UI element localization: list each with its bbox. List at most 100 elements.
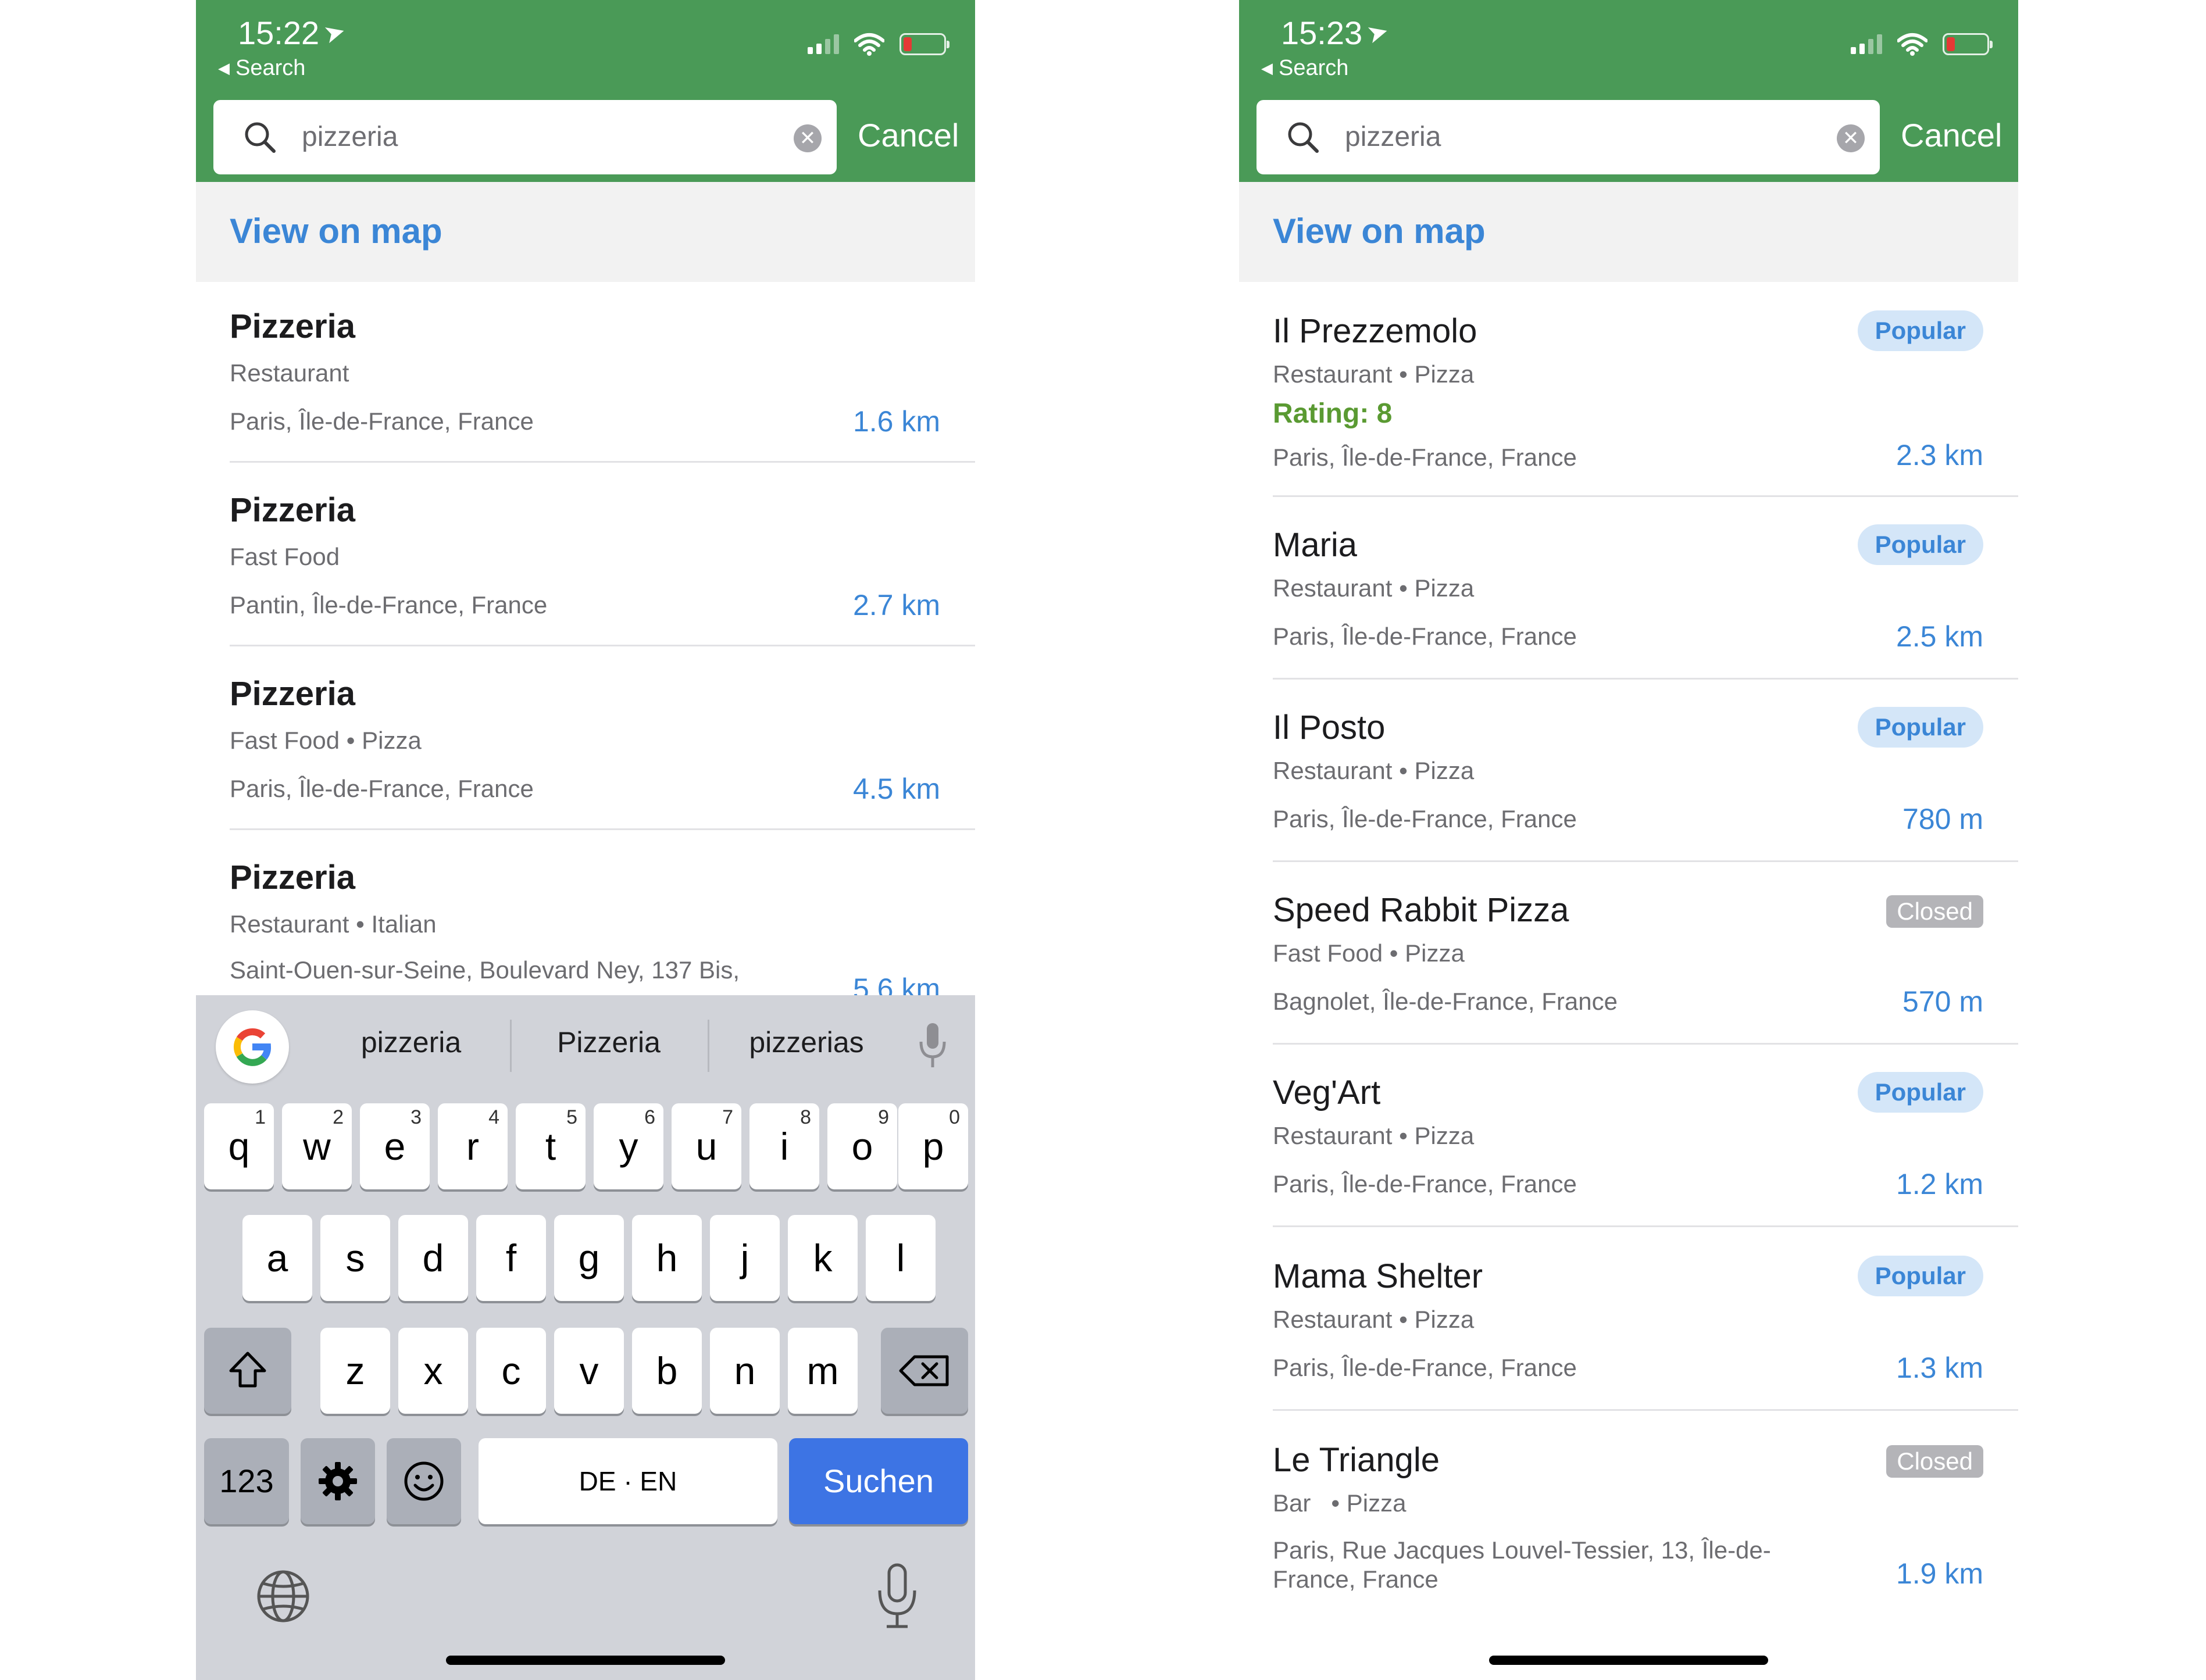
divider [1273, 678, 2018, 680]
key-p[interactable]: 0p [898, 1103, 968, 1189]
key-c[interactable]: c [476, 1328, 546, 1414]
key-x[interactable]: x [398, 1328, 468, 1414]
dictation-microphone-icon[interactable] [874, 1561, 920, 1631]
popular-badge: Popular [1857, 1256, 1983, 1296]
divider [230, 828, 975, 830]
backspace-icon [899, 1355, 949, 1386]
clear-icon[interactable]: ✕ [1837, 124, 1865, 152]
view-on-map-bar: View on map [1239, 182, 2018, 282]
key-r[interactable]: 4r [438, 1103, 508, 1189]
key-s[interactable]: s [320, 1215, 390, 1301]
cancel-button[interactable]: Cancel [858, 116, 959, 154]
microphone-icon[interactable] [918, 1020, 947, 1072]
list-item[interactable]: Pizzeria Fast Food Pantin, Île-de-France… [196, 491, 975, 653]
cancel-button[interactable]: Cancel [1901, 116, 2002, 154]
battery-icon [899, 33, 949, 55]
divider [1273, 495, 2018, 497]
distance: 570 m [1902, 985, 1983, 1018]
settings-key[interactable] [301, 1438, 375, 1524]
right-screen: 15:23 ➤ ◀ Search pizzeria ✕ Cancel View … [1239, 0, 2018, 1680]
google-logo-icon[interactable] [216, 1010, 289, 1084]
wifi-icon [1897, 33, 1927, 56]
list-item[interactable]: Veg'Art Popular Restaurant • Pizza Paris… [1239, 1072, 2018, 1236]
emoji-icon [404, 1461, 444, 1501]
key-v[interactable]: v [554, 1328, 624, 1414]
distance: 780 m [1902, 803, 1983, 835]
key-t[interactable]: 5t [516, 1103, 586, 1189]
location-arrow-icon: ➤ [320, 16, 349, 49]
key-g[interactable]: g [554, 1215, 624, 1301]
key-u[interactable]: 7u [672, 1103, 741, 1189]
search-input[interactable]: pizzeria [302, 121, 398, 153]
popular-badge: Popular [1857, 310, 1983, 351]
search-icon [245, 122, 276, 153]
key-h[interactable]: h [632, 1215, 702, 1301]
suggestion-item[interactable]: pizzeria [324, 1025, 498, 1059]
search-icon [1288, 122, 1319, 153]
key-y[interactable]: 6y [594, 1103, 663, 1189]
space-key[interactable]: DE · EN [479, 1438, 777, 1524]
shift-icon [229, 1352, 266, 1388]
backspace-key[interactable] [881, 1328, 968, 1414]
distance: 4.5 km [852, 773, 940, 805]
back-triangle-icon: ◀ [218, 59, 230, 77]
back-triangle-icon: ◀ [1261, 59, 1273, 77]
key-f[interactable]: f [476, 1215, 546, 1301]
status-time: 15:22 ➤ [238, 15, 349, 51]
key-z[interactable]: z [320, 1328, 390, 1414]
view-on-map-link[interactable]: View on map [230, 211, 442, 251]
list-item[interactable]: Pizzeria Fast Food • Pizza Paris, Île-de… [196, 674, 975, 837]
key-w[interactable]: 2w [282, 1103, 352, 1189]
list-item[interactable]: Le Triangle Closed Bar • Pizza Paris, Ru… [1239, 1440, 2018, 1615]
signal-icon [1851, 34, 1882, 54]
closed-badge: Closed [1886, 1445, 1983, 1478]
key-b[interactable]: b [632, 1328, 702, 1414]
suggestion-item[interactable]: pizzerias [719, 1025, 894, 1059]
distance: 2.7 km [852, 589, 940, 621]
header: 15:23 ➤ ◀ Search pizzeria ✕ Cancel [1239, 0, 2018, 182]
list-item[interactable]: Maria Popular Restaurant • Pizza Paris, … [1239, 524, 2018, 688]
list-item[interactable]: Pizzeria Restaurant • Italian Saint-Ouen… [196, 858, 975, 1005]
back-to-search[interactable]: ◀ Search [1261, 56, 1348, 81]
view-on-map-link[interactable]: View on map [1273, 211, 1486, 251]
divider [1273, 1409, 2018, 1411]
search-field[interactable]: pizzeria ✕ [1257, 100, 1880, 174]
search-input[interactable]: pizzeria [1345, 121, 1441, 153]
rating: Rating: 8 [1273, 398, 1393, 429]
numbers-key[interactable]: 123 [204, 1438, 289, 1524]
wifi-icon [854, 33, 884, 56]
key-i[interactable]: 8i [749, 1103, 819, 1189]
globe-icon[interactable] [254, 1567, 312, 1625]
key-m[interactable]: m [788, 1328, 858, 1414]
divider [230, 461, 975, 463]
suggestion-item[interactable]: Pizzeria [522, 1025, 696, 1059]
clear-icon[interactable]: ✕ [794, 124, 822, 152]
home-indicator[interactable] [446, 1656, 725, 1665]
status-time: 15:23 ➤ [1281, 15, 1392, 51]
key-n[interactable]: n [710, 1328, 780, 1414]
list-item[interactable]: Mama Shelter Popular Restaurant • Pizza … [1239, 1256, 2018, 1420]
list-item[interactable]: Pizzeria Restaurant Paris, Île-de-France… [196, 307, 975, 470]
key-e[interactable]: 3e [360, 1103, 430, 1189]
home-indicator[interactable] [1489, 1656, 1768, 1665]
key-d[interactable]: d [398, 1215, 468, 1301]
search-action-button[interactable]: Suchen [789, 1438, 968, 1524]
distance: 1.9 km [1896, 1557, 1983, 1590]
left-screen: 15:22 ➤ ◀ Search pizzeria ✕ Cancel View … [196, 0, 975, 1680]
distance: 2.5 km [1896, 620, 1983, 653]
key-o[interactable]: 9o [827, 1103, 897, 1189]
list-item[interactable]: Speed Rabbit Pizza Closed Fast Food • Pi… [1239, 891, 2018, 1053]
emoji-key[interactable] [387, 1438, 461, 1524]
list-item[interactable]: Il Prezzemolo Popular Restaurant • Pizza… [1239, 310, 2018, 498]
back-to-search[interactable]: ◀ Search [218, 56, 305, 81]
shift-key[interactable] [204, 1328, 291, 1414]
search-field[interactable]: pizzeria ✕ [213, 100, 837, 174]
status-icons [808, 33, 949, 56]
key-l[interactable]: l [866, 1215, 936, 1301]
key-k[interactable]: k [788, 1215, 858, 1301]
key-a[interactable]: a [242, 1215, 312, 1301]
list-item[interactable]: Il Posto Popular Restaurant • Pizza Pari… [1239, 707, 2018, 871]
key-q[interactable]: 1q [204, 1103, 274, 1189]
popular-badge: Popular [1857, 1072, 1983, 1113]
key-j[interactable]: j [710, 1215, 780, 1301]
